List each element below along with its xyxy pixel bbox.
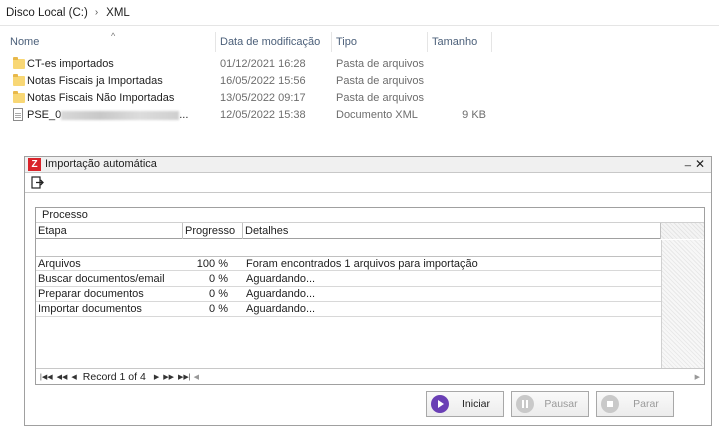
file-size: [436, 73, 486, 90]
dialog-titlebar: Z Importação automática _ ✕: [25, 155, 711, 173]
cell-etapa: Buscar documentos/email: [38, 273, 165, 285]
file-name: Notas Fiscais ja Importadas: [27, 75, 163, 87]
file-size: [436, 56, 486, 73]
record-navigator: |◀◀ ◀◀ ◀ Record 1 of 4 ▶ ▶▶ ▶▶| ◀ ▶: [36, 368, 704, 384]
dialog-title: Importação automática: [45, 158, 157, 170]
stop-button-label: Parar: [633, 398, 659, 410]
grid-column-headers: Etapa Progresso Detalhes: [36, 223, 704, 239]
grid-header-detalhes[interactable]: Detalhes: [243, 223, 661, 239]
table-row[interactable]: Buscar documentos/email 0 % Aguardando..…: [36, 272, 661, 287]
table-row[interactable]: Importar documentos 0 % Aguardando...: [36, 302, 661, 317]
file-size: [436, 90, 486, 107]
table-row[interactable]: Preparar documentos 0 % Aguardando...: [36, 287, 661, 302]
chevron-right-icon[interactable]: ›: [95, 7, 98, 18]
stop-icon: [601, 395, 619, 413]
xml-file-icon: [13, 108, 23, 121]
cell-progresso: 0 %: [209, 303, 228, 315]
process-grid: Processo Etapa Progresso Detalhes Arquiv…: [35, 207, 705, 385]
folder-icon: [13, 57, 25, 69]
file-name: CT-es importados: [27, 58, 114, 70]
pause-button-label: Pausar: [544, 398, 578, 410]
pause-icon: [516, 395, 534, 413]
file-date: 13/05/2022 09:17: [220, 92, 306, 104]
start-button-label: Iniciar: [461, 398, 490, 410]
redacted-blur: [61, 110, 180, 120]
file-name-suffix: ...: [179, 109, 189, 121]
record-counter: Record 1 of 4: [82, 370, 146, 383]
first-record-icon[interactable]: |◀◀: [40, 373, 53, 381]
cell-detalhes: Aguardando...: [246, 288, 316, 300]
scroll-right-icon[interactable]: ▶: [695, 373, 700, 381]
file-date: 16/05/2022 15:56: [220, 75, 306, 87]
next-page-icon[interactable]: ▶▶: [163, 373, 174, 381]
cell-progresso: 100 %: [196, 258, 228, 270]
file-type: Documento XML: [336, 109, 418, 121]
file-name: Notas Fiscais Não Importadas: [27, 92, 175, 104]
cell-detalhes: Foram encontrados 1 arquivos para import…: [246, 258, 478, 270]
sort-up-icon: ^: [111, 31, 116, 41]
column-header-name[interactable]: Nome ^: [6, 30, 216, 54]
cell-etapa: Preparar documentos: [38, 288, 144, 300]
file-date: 01/12/2021 16:28: [220, 58, 306, 70]
cell-etapa: Arquivos: [38, 258, 81, 270]
import-dialog: Z Importação automática _ ✕ Processo Eta…: [24, 155, 712, 426]
column-header-size[interactable]: Tamanho: [428, 30, 492, 54]
breadcrumb: Disco Local (C:) › XML: [0, 0, 719, 26]
file-name-prefix: PSE_0: [27, 109, 62, 121]
cell-progresso: 0 %: [209, 273, 228, 285]
breadcrumb-item-drive[interactable]: Disco Local (C:): [6, 7, 88, 19]
column-header-date[interactable]: Data de modificação: [216, 30, 332, 54]
breadcrumb-item-xml[interactable]: XML: [106, 7, 130, 19]
last-record-icon[interactable]: ▶▶|: [178, 373, 191, 381]
stop-button[interactable]: Parar: [596, 391, 674, 417]
minimize-icon[interactable]: _: [685, 155, 691, 167]
file-row[interactable]: Notas Fiscais ja Importadas 16/05/2022 1…: [0, 73, 719, 90]
file-type: Pasta de arquivos: [336, 75, 425, 87]
file-row[interactable]: PSE_0... 12/05/2022 15:38 Documento XML …: [0, 107, 719, 124]
column-header-date-label: Data de modificação: [220, 36, 321, 48]
group-header: Processo: [36, 208, 704, 223]
column-header-size-label: Tamanho: [432, 36, 478, 48]
prev-record-icon[interactable]: ◀: [71, 373, 76, 381]
file-type: Pasta de arquivos: [336, 58, 425, 70]
app-logo-icon: Z: [28, 158, 41, 171]
file-name: PSE_0...: [27, 107, 217, 124]
exit-icon[interactable]: [31, 176, 44, 189]
column-header-name-label: Nome: [10, 36, 40, 48]
file-type: Pasta de arquivos: [336, 92, 425, 104]
column-header-type-label: Tipo: [336, 36, 357, 48]
play-icon: [431, 395, 449, 413]
cell-etapa: Importar documentos: [38, 303, 142, 315]
cell-detalhes: Aguardando...: [246, 303, 316, 315]
grid-header-progresso[interactable]: Progresso: [183, 223, 243, 239]
close-icon[interactable]: ✕: [695, 157, 705, 171]
grid-header-etapa[interactable]: Etapa: [36, 223, 183, 239]
pause-button[interactable]: Pausar: [511, 391, 589, 417]
scroll-left-icon[interactable]: ◀: [194, 373, 199, 381]
file-row[interactable]: Notas Fiscais Não Importadas 13/05/2022 …: [0, 90, 719, 107]
table-row[interactable]: Arquivos 100 % Foram encontrados 1 arqui…: [36, 256, 661, 271]
folder-icon: [13, 91, 25, 103]
grid-empty-area: [661, 240, 704, 368]
cell-progresso: 0 %: [209, 288, 228, 300]
file-size: 9 KB: [462, 109, 486, 121]
file-row[interactable]: CT-es importados 01/12/2021 16:28 Pasta …: [0, 56, 719, 73]
grid-header-filler: [661, 223, 704, 239]
dialog-toolbar: [25, 173, 711, 193]
column-header-type[interactable]: Tipo: [332, 30, 428, 54]
cell-detalhes: Aguardando...: [246, 273, 316, 285]
start-button[interactable]: Iniciar: [426, 391, 504, 417]
prev-page-icon[interactable]: ◀◀: [57, 373, 68, 381]
folder-icon: [13, 74, 25, 86]
file-list-header: Nome ^ Data de modificação Tipo Tamanho: [0, 30, 719, 54]
file-date: 12/05/2022 15:38: [220, 109, 306, 121]
next-record-icon[interactable]: ▶: [154, 373, 159, 381]
